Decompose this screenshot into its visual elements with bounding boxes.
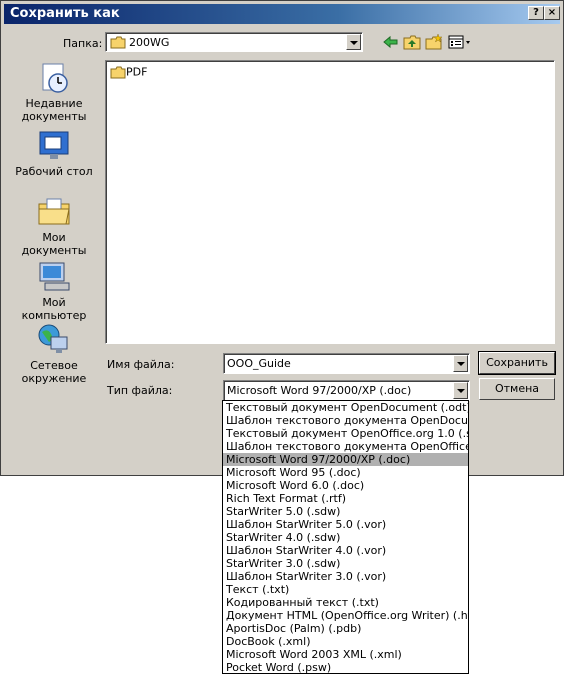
dropdown-option[interactable]: Документ HTML (OpenOffice.org Writer) (.… <box>223 609 468 622</box>
save-button[interactable]: Сохранить <box>478 351 556 375</box>
folder-icon <box>110 66 126 78</box>
new-folder-icon[interactable] <box>425 34 443 50</box>
folder-value: 200WG <box>129 36 170 49</box>
chevron-down-icon[interactable] <box>453 355 468 372</box>
file-list[interactable]: PDF <box>105 60 555 344</box>
window-title: Сохранить как <box>10 6 120 21</box>
dropdown-option[interactable]: Microsoft Word 6.0 (.doc) <box>223 479 468 492</box>
desktop-icon <box>39 131 69 159</box>
dropdown-option[interactable]: Шаблон текстового документа OpenDocument… <box>223 414 468 427</box>
dropdown-option[interactable]: Текстовый документ OpenOffice.org 1.0 (.… <box>223 427 468 440</box>
filename-input[interactable]: OOO_Guide <box>223 353 470 374</box>
filetype-value: Microsoft Word 97/2000/XP (.doc) <box>227 384 412 397</box>
chevron-down-icon[interactable] <box>453 382 468 399</box>
dropdown-option[interactable]: StarWriter 4.0 (.sdw) <box>223 531 468 544</box>
list-item[interactable]: PDF <box>110 65 147 79</box>
view-menu-icon[interactable] <box>448 34 472 50</box>
dropdown-option[interactable]: Кодированный текст (.txt) <box>223 596 468 609</box>
filename-value: OOO_Guide <box>227 357 291 370</box>
filetype-label: Тип файла: <box>107 384 173 397</box>
place-desktop[interactable]: Рабочий стол <box>9 129 99 178</box>
place-my-computer[interactable]: Мой компьютер <box>9 260 99 322</box>
dropdown-option[interactable]: AportisDoc (Palm) (.pdb) <box>223 622 468 635</box>
dropdown-option[interactable]: Rich Text Format (.rtf) <box>223 492 468 505</box>
cancel-button[interactable]: Отмена <box>479 378 555 400</box>
filetype-select[interactable]: Microsoft Word 97/2000/XP (.doc) <box>223 380 470 401</box>
place-label: Недавние документы <box>21 97 87 123</box>
dropdown-option[interactable]: Шаблон StarWriter 4.0 (.vor) <box>223 544 468 557</box>
dropdown-option[interactable]: Pocket Word (.psw) <box>223 661 468 673</box>
filetype-dropdown-list[interactable]: Текстовый документ OpenDocument (.odt) Ша… <box>222 400 469 674</box>
place-label: Рабочий стол <box>15 165 93 178</box>
file-name: PDF <box>126 65 148 79</box>
network-icon <box>38 324 68 353</box>
title-bar[interactable]: Сохранить как ? × <box>4 4 560 24</box>
place-label: Мой компьютер <box>21 296 87 322</box>
place-label: Мои документы <box>21 231 87 257</box>
folder-icon <box>110 36 126 49</box>
close-button[interactable]: × <box>544 6 560 20</box>
filename-label: Имя файла: <box>107 358 175 371</box>
up-folder-icon[interactable] <box>403 34 421 50</box>
places-bar: Недавние документы Рабочий стол Мои доку… <box>9 57 99 387</box>
dropdown-option[interactable]: Microsoft Word 95 (.doc) <box>223 466 468 479</box>
place-network[interactable]: Сетевое окружение <box>9 323 99 385</box>
dropdown-option[interactable]: Microsoft Word 97/2000/XP (.doc) <box>223 453 468 466</box>
dropdown-option[interactable]: StarWriter 3.0 (.sdw) <box>223 557 468 570</box>
chevron-down-icon[interactable] <box>346 34 361 50</box>
dropdown-option[interactable]: Шаблон StarWriter 5.0 (.vor) <box>223 518 468 531</box>
dropdown-option[interactable]: Шаблон текстового документа OpenOffice.o… <box>223 440 468 453</box>
place-label: Сетевое окружение <box>21 359 87 385</box>
dropdown-option[interactable]: StarWriter 5.0 (.sdw) <box>223 505 468 518</box>
folder-label: Папка: <box>63 37 103 50</box>
place-my-documents[interactable]: Мои документы <box>9 195 99 257</box>
dropdown-option[interactable]: Текст (.txt) <box>223 583 468 596</box>
my-computer-icon <box>39 262 70 291</box>
recent-documents-icon <box>42 63 68 93</box>
my-documents-icon <box>38 198 70 225</box>
back-icon[interactable] <box>382 34 400 50</box>
place-recent-documents[interactable]: Недавние документы <box>9 61 99 123</box>
dropdown-option[interactable]: Текстовый документ OpenDocument (.odt) <box>223 401 468 414</box>
dropdown-option[interactable]: Microsoft Word 2003 XML (.xml) <box>223 648 468 661</box>
help-button[interactable]: ? <box>528 6 544 20</box>
folder-select[interactable]: 200WG <box>105 32 363 52</box>
dropdown-option[interactable]: DocBook (.xml) <box>223 635 468 648</box>
dropdown-option[interactable]: Шаблон StarWriter 3.0 (.vor) <box>223 570 468 583</box>
